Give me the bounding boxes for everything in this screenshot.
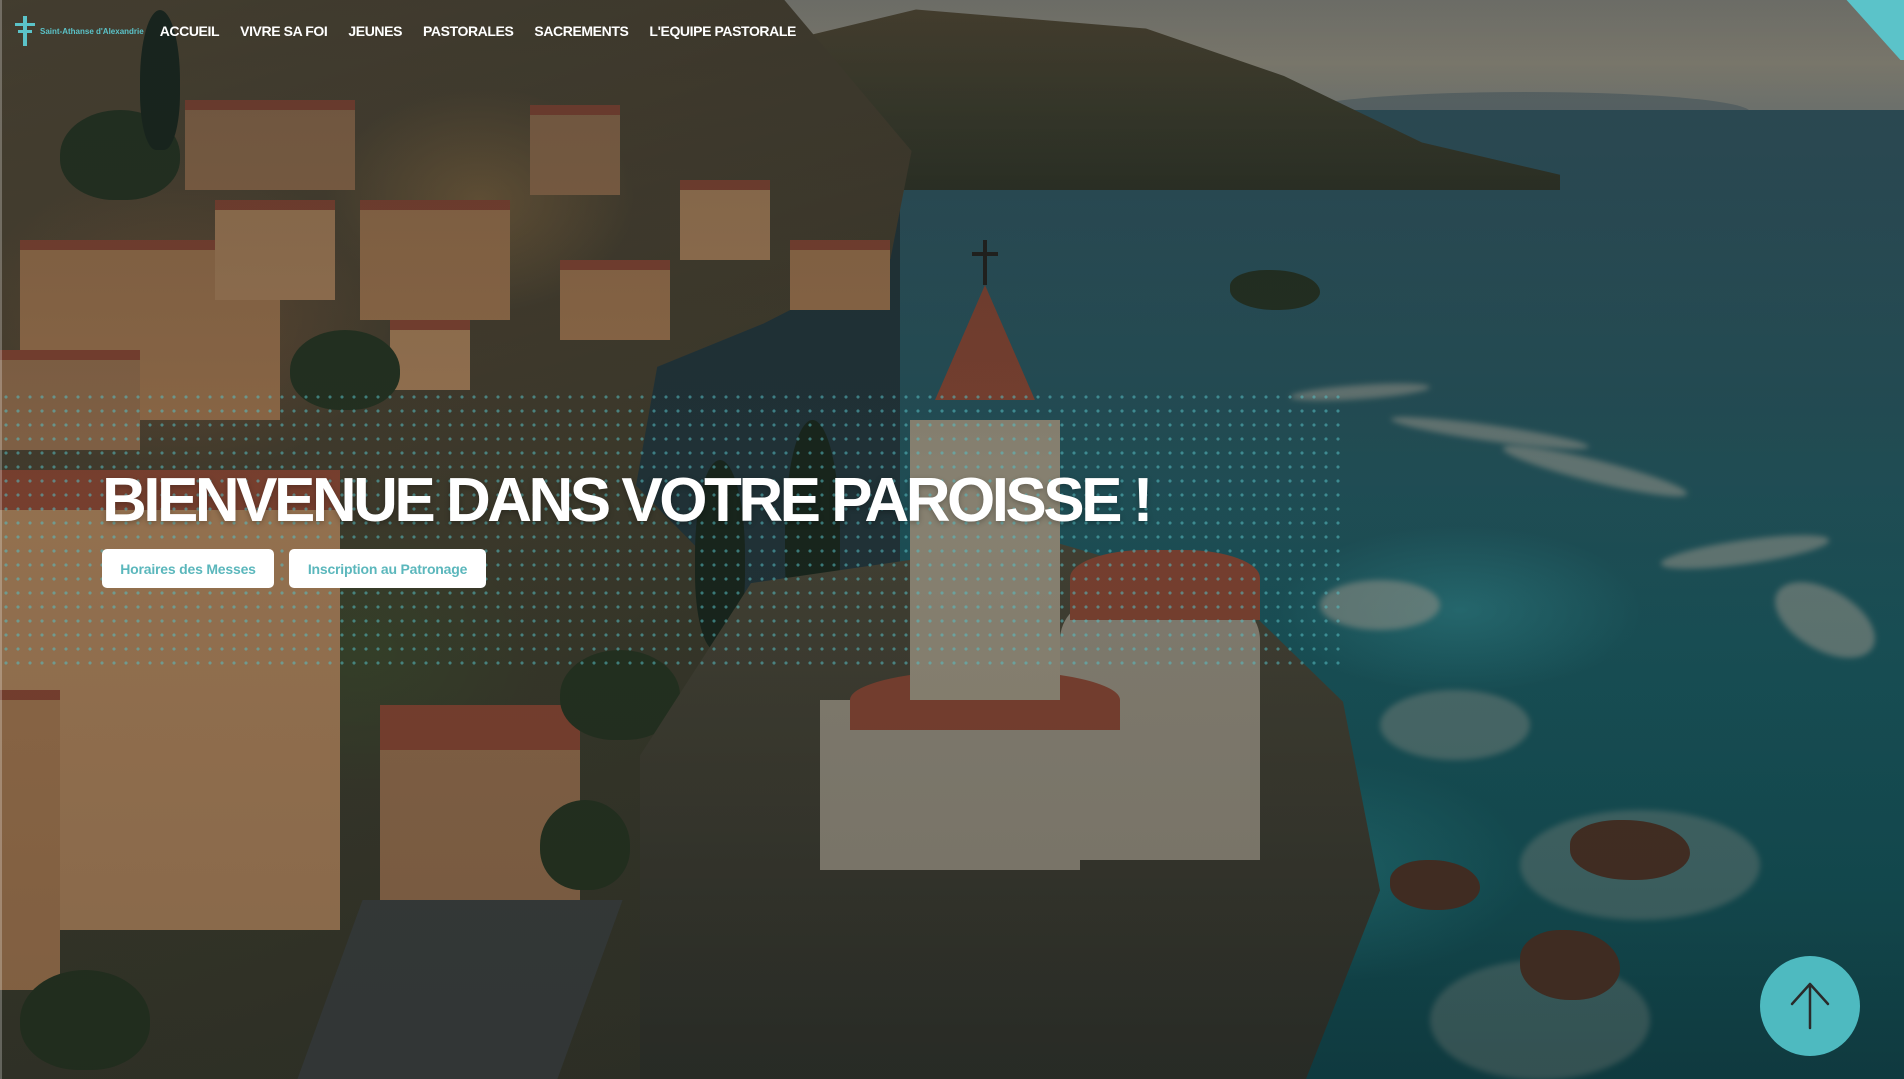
nav-item-accueil[interactable]: ACCUEIL	[160, 23, 220, 39]
patronage-registration-button[interactable]: Inscription au Patronage	[289, 549, 486, 588]
nav-item-vivre-sa-foi[interactable]: VIVRE SA FOI	[240, 23, 328, 39]
scroll-to-top-button[interactable]	[1760, 956, 1860, 1056]
nav-menu: ACCUEIL VIVRE SA FOI JEUNES PASTORALES S…	[160, 23, 797, 39]
site-logo[interactable]: Saint-Athanse d'Alexandrie	[13, 16, 144, 46]
nav-item-jeunes[interactable]: JEUNES	[348, 23, 402, 39]
hero-title: BIENVENUE DANS VOTRE PAROISSE !	[102, 466, 1153, 535]
cross-icon	[13, 16, 37, 46]
nav-item-equipe-pastorale[interactable]: L'EQUIPE PASTORALE	[649, 23, 796, 39]
hero-buttons: Horaires des Messes Inscription au Patro…	[102, 549, 486, 588]
mass-times-button[interactable]: Horaires des Messes	[102, 549, 274, 588]
logo-text: Saint-Athanse d'Alexandrie	[40, 26, 144, 36]
nav-item-sacrements[interactable]: SACREMENTS	[534, 23, 628, 39]
arrow-up-icon	[1790, 982, 1830, 1030]
page-edge	[0, 0, 2, 1079]
nav-item-pastorales[interactable]: PASTORALES	[423, 23, 514, 39]
main-navbar: Saint-Athanse d'Alexandrie ACCUEIL VIVRE…	[0, 0, 1904, 62]
